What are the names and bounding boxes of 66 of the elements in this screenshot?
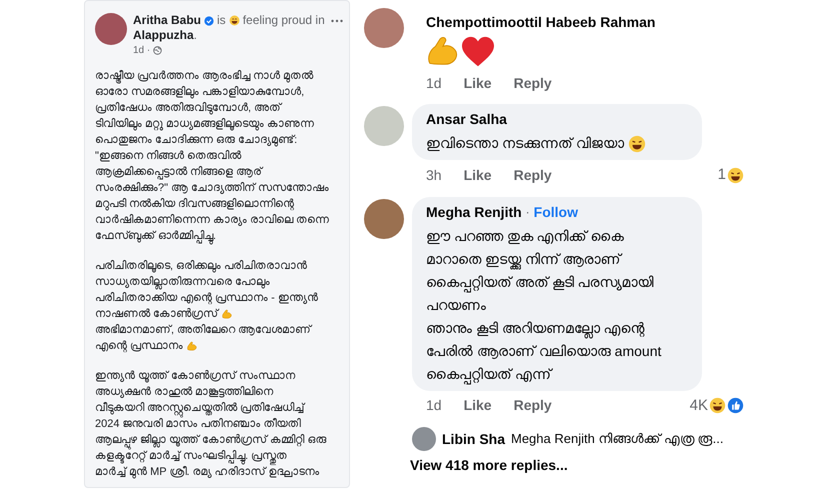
post-text: ടിവിയിലും മറ്റു മാധ്യമങ്ങളിലൂടെയും കാണുന്ന [95,117,314,132]
post-text: പരിചിതരിലൂടെ, ഒരിക്കലും പരിചിതരാവാൻ [95,259,308,274]
period-text: . [194,28,198,43]
like-link[interactable]: Like [464,395,492,416]
feeling-text: feeling proud in [242,13,325,28]
post-text: എന്റെ പ്രസ്ഥാനം [95,339,184,354]
post-time[interactable]: 1d · [133,43,150,58]
post-text: പരിചിതരാക്കിയ എന്റെ പ്രസ്ഥാനം - ഇന്ത്യൻ [95,291,318,306]
comment-text: കൈപ്പറ്റിയത് എന്ന് [426,362,551,386]
post-text: 2024 ജനുവരി മാസം പതിനഞ്ചാം തീയതി [95,418,301,432]
verified-badge-icon [204,16,214,26]
author-name[interactable]: Aritha Babu [133,13,202,28]
avatar [95,13,127,45]
reply-link[interactable]: Reply [514,395,552,416]
comment-time: 1d [426,396,442,416]
avatar [364,198,404,238]
post-text: ഫേസ്ബുക്ക് ഓർമ്മിപ്പിച്ചു. [95,228,216,244]
heart-icon [462,36,494,68]
post-text: അധ്യക്ഷൻ രാഹുൽ മാങ്കൂട്ടത്തിലിനെ [95,385,274,400]
post-text: ഇന്ത്യൻ യൂത്ത് കോൺഗ്രസ് സംസ്ഥാന [95,369,296,384]
post-text: മാർച്ച് മുൻ MP ശ്രീ. രമ്യ ഹരിദാസ് ഉദ്ഘാടനം [95,465,320,480]
comment-text: കൈപ്പറ്റിയത് അത് കൂടി പരസ്യമായി [426,270,654,294]
avatar [364,8,404,48]
view-replies-link[interactable]: View 418 more replies... [410,455,568,476]
post-text: ആക്രമിക്കപ്പെട്ടാൽ നിങ്ങളെ ആര് [95,165,262,180]
more-options-icon [330,19,343,23]
post-text: ആലപ്പുഴ ജില്ലാ യൂത്ത് കോൺഗ്രസ് കമ്മിറ്റി ഒരു [95,432,326,448]
comment-text: ഈ പറഞ്ഞ തുക എനിക്ക് കൈ [426,226,624,246]
post-text: രാഷ്ട്രീയ പ്രവർത്തനം ആരംഭിച്ച നാൾ മുതൽ [95,69,314,84]
post-text: നാഷണൽ കോൺഗ്രസ് [95,307,218,322]
smiley-icon [228,15,240,26]
reaction-count: 1 [718,165,726,185]
post-text: കളക്ടറേറ്റ് മാർച്ച് സംഘടിപ്പിച്ചു. പ്രസ്തുത [95,448,288,464]
post-text: സംരക്ഷിക്കും?" ആ ചോദ്യത്തിന് സസന്തോഷം [95,181,330,196]
post-text: പൊതുജനം ചോദിക്കുന്ന ഒരു ചോദ്യമുണ്ട്: [95,133,298,148]
post-text: പ്രതിഷേധം അതിരുവിടുമ്പോൾ, അത് [95,101,282,116]
reply-link[interactable]: Reply [514,164,552,186]
avatar [364,106,404,146]
comment-text: പേരിൽ ആരാണ് വലിയൊരു amount [426,342,662,361]
post-text: "ഇങ്ങനെ നിങ്ങൾ തെരുവിൽ [95,149,242,164]
feeling-text: is [217,13,226,28]
commenter-name[interactable]: Megha Renjith [426,202,522,222]
post-text: സാധ്യതയില്ലാതിരുന്നവരെ പോലും [95,275,270,290]
avatar [412,427,436,451]
comment-time: 1d [426,74,442,93]
separator-dot: · [526,204,530,221]
comment-text: ഇവിടെന്താ നടക്കുന്നത് വിജയാ [426,134,624,153]
follow-link[interactable]: Follow [534,202,578,222]
like-link[interactable]: Like [464,164,492,186]
post-text: വീടുകയറി അറസ്റ്റുചെയ്തതിൽ പ്രതിഷേധിച്ച് [95,400,304,416]
reply-preview-text: Megha Renjith നിങ്ങൾക്ക് എത്ര രൂ... [511,430,724,448]
post-text: ഓരോ സമരങ്ങളിലും പങ്കാളിയാകുമ്പോൾ, [95,85,304,100]
reply-link[interactable]: Reply [514,73,552,94]
reaction-count: 4K [690,396,708,416]
commenter-name[interactable]: Chempottimoottil Habeeb Rahman [426,12,656,33]
place-link[interactable]: Alappuzha [133,28,194,43]
commenter-name[interactable]: Libin Sha [442,428,505,450]
post-text: അഭിമാനമാണ്, അതിലേറെ ആവേശമാണ് [95,323,312,338]
post-text: മറുപടി നൽകിയ ദിവസങ്ങളിലൊന്നിന്റെ [95,197,294,212]
comment-text: മാറാതെ ഇടയ്ക്കു നിന്ന് ആരാണ് [426,248,621,270]
comment-text: പറയണം [426,296,486,314]
like-link[interactable]: Like [464,73,492,94]
comment-time: 3h [426,166,442,185]
comment-text: ഞാനും കൂടി അറിയണമല്ലോ എന്റെ [426,316,645,340]
commenter-name[interactable]: Ansar Salha [426,109,507,130]
post-text: വാർഷികമാണിന്നെന്ന കാര്യം രാവിലെ തന്നെ [95,213,330,228]
